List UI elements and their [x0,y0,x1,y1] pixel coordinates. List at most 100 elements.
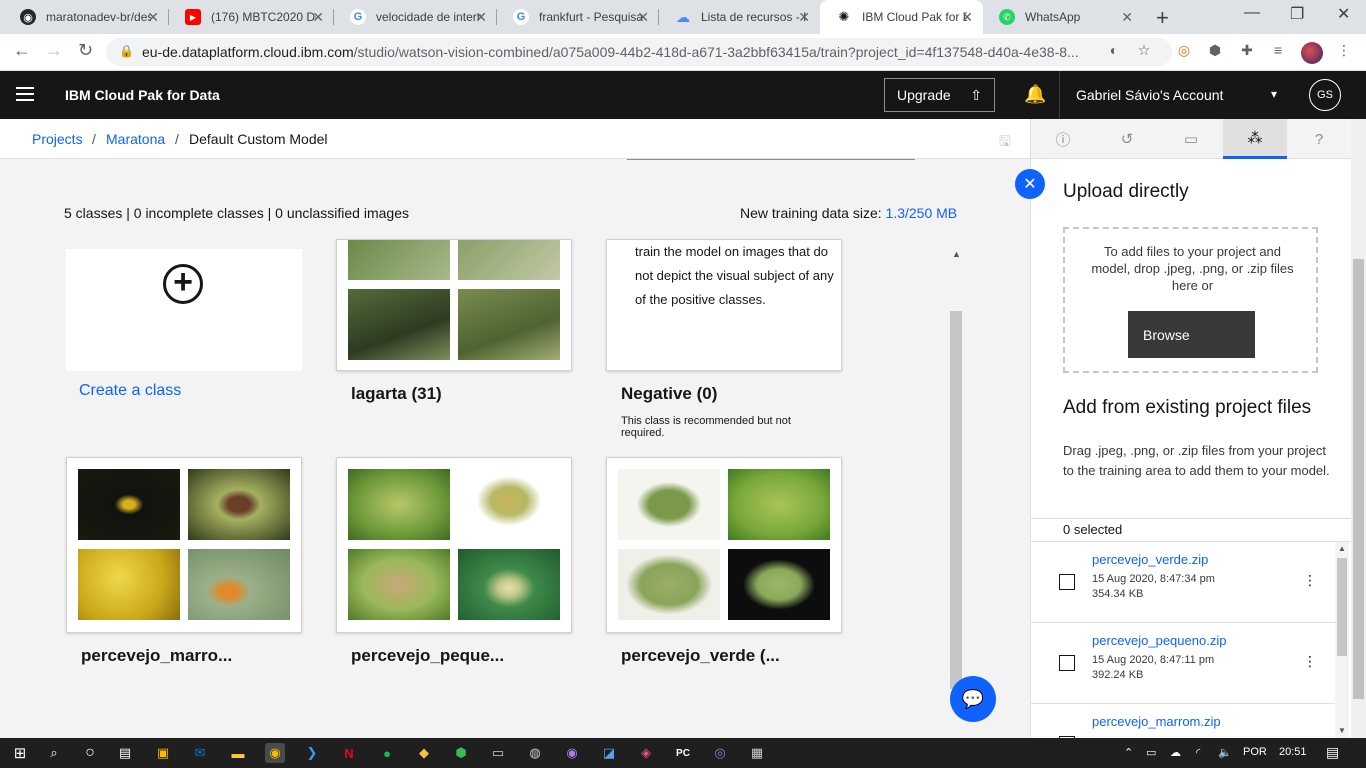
class-card-lagarta[interactable] [336,239,572,371]
file-list-scrollbar[interactable]: ▲ ▼ [1335,542,1349,738]
reload-icon[interactable]: ↻ [78,40,93,61]
search-icon[interactable]: ⌕ [44,743,64,763]
tab-info[interactable]: ⓘ [1031,119,1095,159]
back-icon[interactable]: ← [13,40,31,61]
file-checkbox[interactable] [1059,574,1075,590]
close-panel-button[interactable]: ✕ [1015,169,1045,199]
file-name[interactable]: percevejo_marrom.zip [1092,714,1221,729]
close-window-icon[interactable]: ✕ [1337,4,1350,24]
class-label[interactable]: Negative (0) [621,384,717,404]
class-label[interactable]: lagarta (31) [351,384,442,404]
overflow-menu-icon[interactable]: ⋮ [1303,572,1317,589]
tab-data[interactable]: ⁂ [1223,119,1287,159]
breadcrumb-projects[interactable]: Projects [32,131,83,147]
class-card-negative[interactable]: train the model on images that do not de… [606,239,842,371]
file-name[interactable]: percevejo_pequeno.zip [1092,633,1226,648]
tray-chevron-icon[interactable]: ⌃ [1124,746,1133,759]
upgrade-button[interactable]: Upgrade ⇧ [884,78,995,112]
profile-avatar[interactable] [1301,42,1323,64]
browser-tab[interactable]: ▶ (176) MBTC2020 Desafio ✕ [169,0,334,34]
browser-tab[interactable]: G frankfurt - Pesquisa ✕ [497,0,659,34]
breadcrumb-maratona[interactable]: Maratona [106,131,165,147]
brand-title[interactable]: IBM Cloud Pak for Data [65,87,220,103]
close-tab-icon[interactable]: ✕ [798,9,810,26]
onedrive-icon[interactable]: ☁ [1170,746,1181,759]
class-label[interactable]: percevejo_peque... [351,646,504,666]
github-desktop-icon[interactable]: ◍ [525,743,545,763]
git-icon[interactable]: ◆ [414,743,434,763]
app-icon[interactable]: ◈ [636,743,656,763]
user-avatar[interactable]: GS [1309,79,1341,111]
wifi-icon[interactable]: ◜ [1196,746,1200,759]
file-name[interactable]: percevejo_verde.zip [1092,552,1208,567]
file-row[interactable]: percevejo_verde.zip 15 Aug 2020, 8:47:34… [1031,542,1335,623]
language-indicator[interactable]: POR [1243,746,1267,758]
app-icon[interactable]: ▦ [747,743,767,763]
netflix-icon[interactable]: N [339,743,359,763]
account-switcher[interactable]: Gabriel Sávio's Account ▾ [1059,71,1293,119]
add-circle-icon[interactable]: + [163,264,203,304]
close-tab-icon[interactable]: ✕ [475,9,487,26]
scroll-up-icon[interactable]: ▲ [1338,544,1346,553]
file-checkbox[interactable] [1059,655,1075,671]
hamburger-menu-icon[interactable] [16,87,34,105]
app-icon[interactable]: ◉ [562,743,582,763]
url-field[interactable]: 🔒 eu-de.dataplatform.cloud.ibm.com/studi… [106,38,1172,66]
windows-start-icon[interactable]: ⊞ [10,743,30,763]
store-icon[interactable]: ▣ [153,743,173,763]
terminal-icon[interactable]: ▭ [488,743,508,763]
close-tab-icon[interactable]: ✕ [312,9,324,26]
scroll-up-icon[interactable]: ▲ [952,249,961,259]
content-scrollbar[interactable]: ▲ [948,249,964,689]
incognito-icon[interactable]: ◐ [1104,42,1124,62]
spotify-icon[interactable]: ● [377,743,397,763]
notification-bell-icon[interactable]: 🔔 [1024,84,1046,105]
class-card-percevejo-verde[interactable] [606,457,842,633]
media-icon[interactable]: ≡ [1268,42,1288,62]
chrome-icon[interactable]: ◉ [265,743,285,763]
browser-tab[interactable]: ☁ Lista de recursos - IBM ✕ [659,0,820,34]
forward-icon[interactable]: → [45,40,63,61]
browse-button[interactable]: Browse [1128,311,1255,358]
browser-tab[interactable]: G velocidade de internet ✕ [334,0,497,34]
maximize-icon[interactable]: ❐ [1290,4,1304,24]
discord-icon[interactable]: ◎ [710,743,730,763]
bookmark-star-icon[interactable]: ☆ [1134,42,1154,62]
browser-tab[interactable]: ◉ maratonadev-br/desafio ✕ [4,0,169,34]
puzzle-icon[interactable]: ✚ [1237,42,1257,62]
file-explorer-icon[interactable]: ▬ [228,743,248,763]
kebab-menu-icon[interactable]: ⋮ [1334,42,1354,62]
volume-icon[interactable]: 🔈 [1218,746,1232,759]
class-label[interactable]: percevejo_verde (... [621,646,780,666]
extension-icon[interactable]: ◎ [1174,42,1194,62]
clock[interactable]: 20:51 [1279,746,1307,758]
app-icon[interactable]: ◪ [599,743,619,763]
page-scrollbar[interactable] [1351,119,1366,738]
scrollbar-thumb[interactable] [950,311,962,689]
tab-history[interactable]: ↺ [1095,119,1159,159]
class-card-percevejo-marrom[interactable] [66,457,302,633]
class-label[interactable]: percevejo_marro... [81,646,232,666]
overflow-menu-icon[interactable]: ⋮ [1303,653,1317,670]
vscode-icon[interactable]: ❯ [302,743,322,763]
file-row[interactable]: percevejo_marrom.zip [1031,704,1335,738]
cortana-icon[interactable]: ○ [80,743,100,763]
create-class-link[interactable]: Create a class [79,382,181,400]
class-card-percevejo-pequeno[interactable] [336,457,572,633]
chat-button[interactable]: 💬 [950,676,996,722]
scrollbar-thumb[interactable] [1337,558,1347,656]
scroll-down-icon[interactable]: ▼ [1338,726,1346,735]
battery-icon[interactable]: ▭ [1146,746,1156,759]
browser-tab[interactable]: ✆ WhatsApp ✕ [983,0,1143,34]
close-tab-icon[interactable]: ✕ [961,9,973,26]
notifications-icon[interactable]: ▤ [1326,744,1339,761]
minimize-icon[interactable]: — [1244,4,1260,22]
scrollbar-thumb[interactable] [1353,259,1364,699]
close-tab-icon[interactable]: ✕ [1121,9,1133,26]
create-class-card[interactable]: + [66,249,302,371]
browser-tab-active[interactable]: ✺ IBM Cloud Pak for Data ✕ [820,0,983,34]
shield-icon[interactable]: ⬢ [1205,42,1225,62]
close-tab-icon[interactable]: ✕ [147,9,159,26]
task-view-icon[interactable]: ▤ [115,743,135,763]
save-icon[interactable]: 🖫 [999,131,1011,155]
